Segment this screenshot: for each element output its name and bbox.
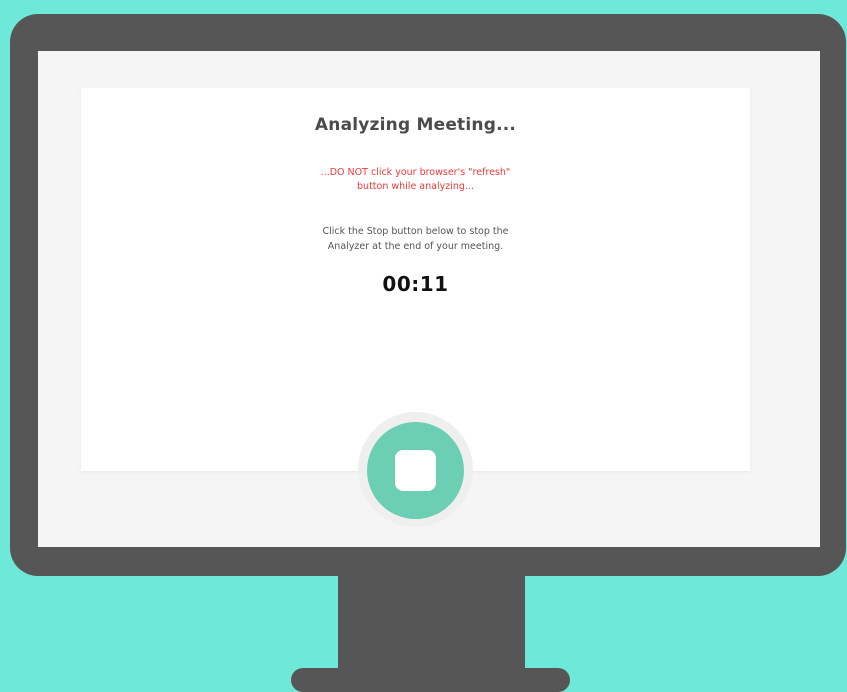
stop-instructions-line-1: Click the Stop button below to stop the [322,226,509,237]
stop-instructions: Click the Stop button below to stop the … [281,224,550,254]
refresh-warning-line-2: button while analyzing... [357,181,474,192]
stop-instructions-line-2: Analyzer at the end of your meeting. [327,241,504,252]
monitor-stand-neck [338,576,525,670]
stop-button[interactable] [367,422,464,519]
monitor-frame: Analyzing Meeting... ...DO NOT click you… [10,14,846,576]
refresh-warning: ...DO NOT click your browser's "refresh"… [281,166,550,194]
monitor-screen: Analyzing Meeting... ...DO NOT click you… [38,51,820,547]
page-title: Analyzing Meeting... [314,115,517,135]
monitor-stand-base [291,668,570,692]
stop-icon [395,450,436,491]
elapsed-timer: 00:11 [382,272,449,296]
refresh-warning-line-1: ...DO NOT click your browser's "refresh" [320,167,511,178]
